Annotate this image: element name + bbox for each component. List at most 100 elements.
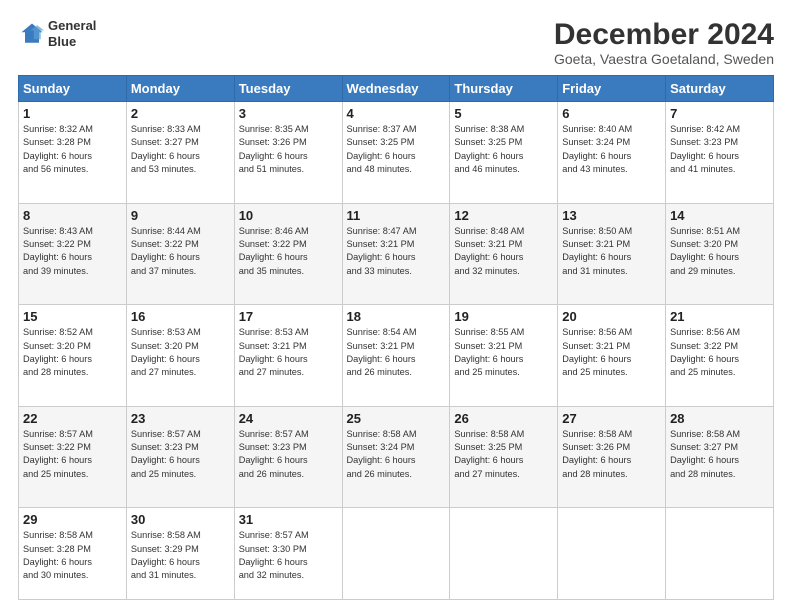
col-header-wednesday: Wednesday bbox=[342, 76, 450, 102]
calendar-cell: 20 Sunrise: 8:56 AMSunset: 3:21 PMDayligh… bbox=[558, 305, 666, 407]
day-number: 18 bbox=[347, 309, 446, 324]
calendar-cell: 9Sunrise: 8:44 AMSunset: 3:22 PMDaylight… bbox=[126, 203, 234, 305]
day-info: Sunrise: 8:52 AMSunset: 3:20 PMDaylight:… bbox=[23, 326, 122, 379]
day-number: 8 bbox=[23, 208, 122, 223]
day-info: Sunrise: 8:56 AMSunset: 3:21 PMDaylight:… bbox=[562, 326, 661, 379]
calendar-cell: 6 Sunrise: 8:40 AMSunset: 3:24 PMDaylight… bbox=[558, 102, 666, 204]
calendar-cell: 26Sunrise: 8:58 AMSunset: 3:25 PMDayligh… bbox=[450, 406, 558, 508]
calendar-cell: 30 Sunrise: 8:58 AMSunset: 3:29 PMDayligh… bbox=[126, 508, 234, 600]
day-info: Sunrise: 8:40 AMSunset: 3:24 PMDaylight:… bbox=[562, 123, 661, 176]
day-number: 13 bbox=[562, 208, 661, 223]
calendar: SundayMondayTuesdayWednesdayThursdayFrid… bbox=[18, 75, 774, 600]
col-header-friday: Friday bbox=[558, 76, 666, 102]
calendar-cell: 25 Sunrise: 8:58 AMSunset: 3:24 PMDayligh… bbox=[342, 406, 450, 508]
day-number: 3 bbox=[239, 106, 338, 121]
day-number: 28 bbox=[670, 411, 769, 426]
day-number: 9 bbox=[131, 208, 230, 223]
day-info: Sunrise: 8:47 AMSunset: 3:21 PMDaylight:… bbox=[347, 225, 446, 278]
day-number: 12 bbox=[454, 208, 553, 223]
calendar-cell: 3 Sunrise: 8:35 AMSunset: 3:26 PMDaylight… bbox=[234, 102, 342, 204]
calendar-cell: 16 Sunrise: 8:53 AMSunset: 3:20 PMDayligh… bbox=[126, 305, 234, 407]
calendar-cell: 4Sunrise: 8:37 AMSunset: 3:25 PMDaylight… bbox=[342, 102, 450, 204]
day-number: 27 bbox=[562, 411, 661, 426]
day-number: 10 bbox=[239, 208, 338, 223]
calendar-cell: 14Sunrise: 8:51 AMSunset: 3:20 PMDayligh… bbox=[666, 203, 774, 305]
day-number: 19 bbox=[454, 309, 553, 324]
col-header-sunday: Sunday bbox=[19, 76, 127, 102]
day-info: Sunrise: 8:46 AMSunset: 3:22 PMDaylight:… bbox=[239, 225, 338, 278]
day-info: Sunrise: 8:48 AMSunset: 3:21 PMDaylight:… bbox=[454, 225, 553, 278]
day-info: Sunrise: 8:56 AMSunset: 3:22 PMDaylight:… bbox=[670, 326, 769, 379]
day-info: Sunrise: 8:43 AMSunset: 3:22 PMDaylight:… bbox=[23, 225, 122, 278]
calendar-cell: 22 Sunrise: 8:57 AMSunset: 3:22 PMDayligh… bbox=[19, 406, 127, 508]
calendar-cell: 23 Sunrise: 8:57 AMSunset: 3:23 PMDayligh… bbox=[126, 406, 234, 508]
calendar-cell: 15 Sunrise: 8:52 AMSunset: 3:20 PMDayligh… bbox=[19, 305, 127, 407]
day-info: Sunrise: 8:57 AMSunset: 3:22 PMDaylight:… bbox=[23, 428, 122, 481]
day-number: 6 bbox=[562, 106, 661, 121]
main-title: December 2024 bbox=[554, 18, 774, 51]
day-info: Sunrise: 8:54 AMSunset: 3:21 PMDaylight:… bbox=[347, 326, 446, 379]
calendar-cell: 8 Sunrise: 8:43 AMSunset: 3:22 PMDaylight… bbox=[19, 203, 127, 305]
day-info: Sunrise: 8:53 AMSunset: 3:20 PMDaylight:… bbox=[131, 326, 230, 379]
title-block: December 2024 Goeta, Vaestra Goetaland, … bbox=[554, 18, 774, 67]
day-number: 4 bbox=[347, 106, 446, 121]
day-number: 2 bbox=[131, 106, 230, 121]
calendar-cell: 27 Sunrise: 8:58 AMSunset: 3:26 PMDayligh… bbox=[558, 406, 666, 508]
calendar-cell bbox=[666, 508, 774, 600]
day-info: Sunrise: 8:42 AMSunset: 3:23 PMDaylight:… bbox=[670, 123, 769, 176]
day-info: Sunrise: 8:57 AMSunset: 3:23 PMDaylight:… bbox=[131, 428, 230, 481]
day-info: Sunrise: 8:35 AMSunset: 3:26 PMDaylight:… bbox=[239, 123, 338, 176]
calendar-cell: 18 Sunrise: 8:54 AMSunset: 3:21 PMDayligh… bbox=[342, 305, 450, 407]
day-number: 24 bbox=[239, 411, 338, 426]
day-info: Sunrise: 8:57 AMSunset: 3:23 PMDaylight:… bbox=[239, 428, 338, 481]
day-number: 20 bbox=[562, 309, 661, 324]
col-header-monday: Monday bbox=[126, 76, 234, 102]
subtitle: Goeta, Vaestra Goetaland, Sweden bbox=[554, 51, 774, 67]
calendar-cell: 11 Sunrise: 8:47 AMSunset: 3:21 PMDayligh… bbox=[342, 203, 450, 305]
day-info: Sunrise: 8:58 AMSunset: 3:29 PMDaylight:… bbox=[131, 529, 230, 582]
calendar-cell bbox=[450, 508, 558, 600]
logo: General Blue bbox=[18, 18, 96, 49]
calendar-cell: 13 Sunrise: 8:50 AMSunset: 3:21 PMDayligh… bbox=[558, 203, 666, 305]
calendar-cell bbox=[558, 508, 666, 600]
logo-text: General Blue bbox=[48, 18, 96, 49]
calendar-cell: 7 Sunrise: 8:42 AMSunset: 3:23 PMDaylight… bbox=[666, 102, 774, 204]
day-number: 26 bbox=[454, 411, 553, 426]
day-info: Sunrise: 8:53 AMSunset: 3:21 PMDaylight:… bbox=[239, 326, 338, 379]
col-header-tuesday: Tuesday bbox=[234, 76, 342, 102]
day-number: 5 bbox=[454, 106, 553, 121]
calendar-cell: 5 Sunrise: 8:38 AMSunset: 3:25 PMDaylight… bbox=[450, 102, 558, 204]
day-number: 31 bbox=[239, 512, 338, 527]
day-info: Sunrise: 8:58 AMSunset: 3:27 PMDaylight:… bbox=[670, 428, 769, 481]
calendar-cell: 29Sunrise: 8:58 AMSunset: 3:28 PMDayligh… bbox=[19, 508, 127, 600]
day-number: 14 bbox=[670, 208, 769, 223]
header: General Blue December 2024 Goeta, Vaestr… bbox=[18, 18, 774, 67]
page: General Blue December 2024 Goeta, Vaestr… bbox=[0, 0, 792, 612]
col-header-saturday: Saturday bbox=[666, 76, 774, 102]
calendar-cell: 24 Sunrise: 8:57 AMSunset: 3:23 PMDayligh… bbox=[234, 406, 342, 508]
calendar-cell bbox=[342, 508, 450, 600]
day-info: Sunrise: 8:50 AMSunset: 3:21 PMDaylight:… bbox=[562, 225, 661, 278]
day-number: 7 bbox=[670, 106, 769, 121]
day-info: Sunrise: 8:57 AMSunset: 3:30 PMDaylight:… bbox=[239, 529, 338, 582]
day-number: 23 bbox=[131, 411, 230, 426]
day-info: Sunrise: 8:58 AMSunset: 3:26 PMDaylight:… bbox=[562, 428, 661, 481]
col-header-thursday: Thursday bbox=[450, 76, 558, 102]
day-number: 11 bbox=[347, 208, 446, 223]
calendar-cell: 2 Sunrise: 8:33 AMSunset: 3:27 PMDaylight… bbox=[126, 102, 234, 204]
day-number: 16 bbox=[131, 309, 230, 324]
calendar-cell: 1Sunrise: 8:32 AMSunset: 3:28 PMDaylight… bbox=[19, 102, 127, 204]
day-info: Sunrise: 8:38 AMSunset: 3:25 PMDaylight:… bbox=[454, 123, 553, 176]
calendar-cell: 19 Sunrise: 8:55 AMSunset: 3:21 PMDayligh… bbox=[450, 305, 558, 407]
day-info: Sunrise: 8:33 AMSunset: 3:27 PMDaylight:… bbox=[131, 123, 230, 176]
day-number: 25 bbox=[347, 411, 446, 426]
day-number: 29 bbox=[23, 512, 122, 527]
day-info: Sunrise: 8:58 AMSunset: 3:24 PMDaylight:… bbox=[347, 428, 446, 481]
day-number: 15 bbox=[23, 309, 122, 324]
day-info: Sunrise: 8:55 AMSunset: 3:21 PMDaylight:… bbox=[454, 326, 553, 379]
calendar-cell: 10 Sunrise: 8:46 AMSunset: 3:22 PMDayligh… bbox=[234, 203, 342, 305]
day-number: 30 bbox=[131, 512, 230, 527]
calendar-cell: 12 Sunrise: 8:48 AMSunset: 3:21 PMDayligh… bbox=[450, 203, 558, 305]
calendar-cell: 17Sunrise: 8:53 AMSunset: 3:21 PMDayligh… bbox=[234, 305, 342, 407]
day-number: 22 bbox=[23, 411, 122, 426]
